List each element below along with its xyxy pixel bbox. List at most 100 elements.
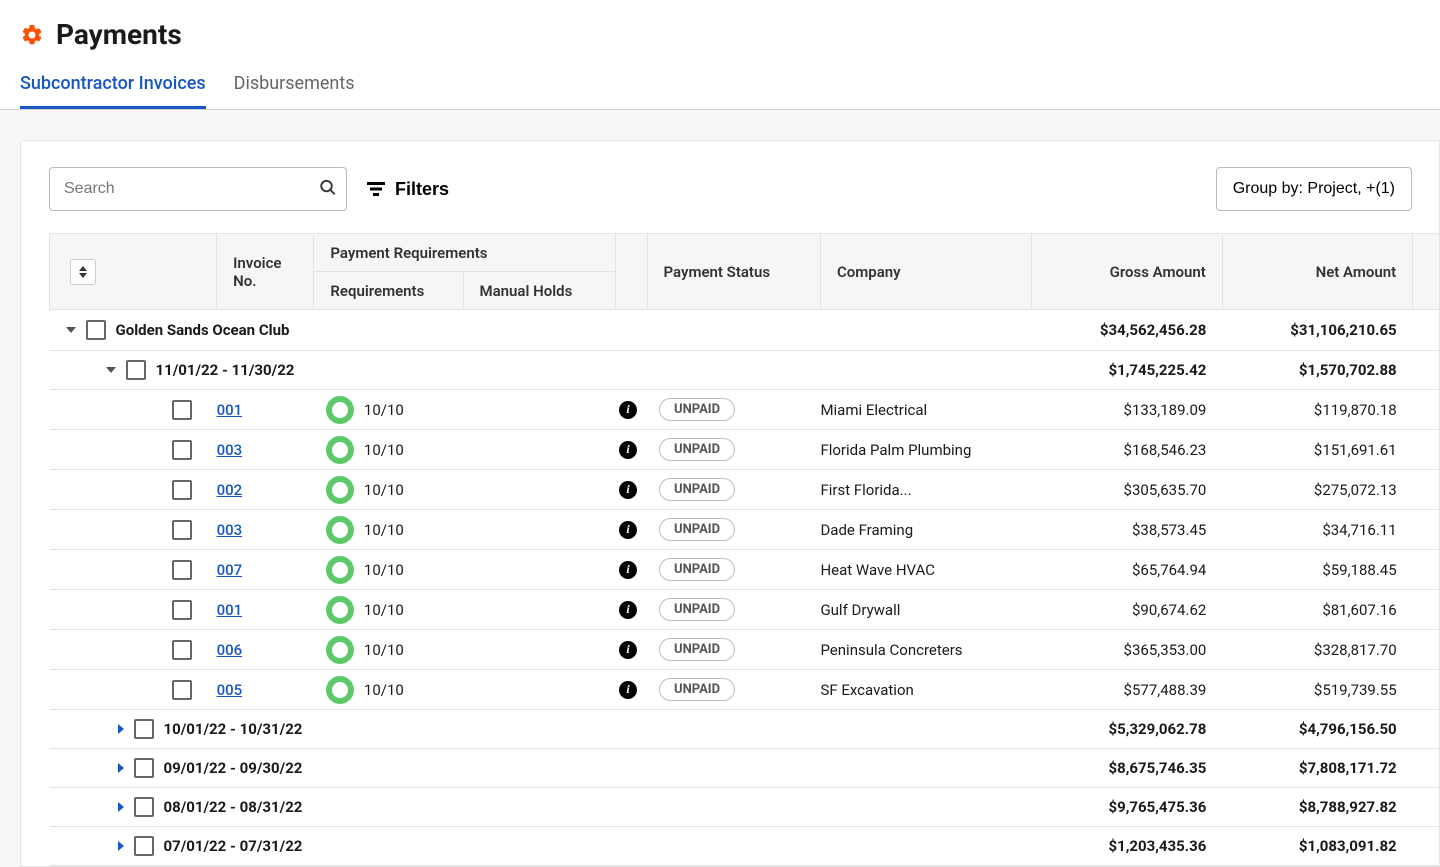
checkbox-row[interactable] — [172, 680, 192, 700]
gross-amount: $133,189.09 — [1032, 390, 1222, 430]
search-icon[interactable] — [319, 179, 337, 200]
info-icon[interactable]: i — [619, 681, 637, 699]
checkbox-period[interactable] — [126, 360, 146, 380]
invoice-link[interactable]: 003 — [217, 441, 243, 459]
invoice-link[interactable]: 001 — [217, 401, 243, 419]
chevron-down-icon[interactable] — [106, 367, 116, 373]
invoice-link[interactable]: 002 — [217, 481, 243, 499]
net-amount: $81,607.16 — [1222, 590, 1412, 630]
company-name: First Florida... — [820, 470, 1032, 510]
sort-button[interactable] — [70, 259, 96, 285]
checkbox-row[interactable] — [172, 480, 192, 500]
checkbox-row[interactable] — [172, 400, 192, 420]
period-paid — [1413, 710, 1439, 749]
invoice-link[interactable]: 001 — [217, 601, 243, 619]
chevron-right-icon[interactable] — [118, 724, 124, 734]
period-net: $1,083,091.82 — [1222, 827, 1412, 866]
checkbox-row[interactable] — [172, 640, 192, 660]
col-payment-status[interactable]: Payment Status — [647, 234, 820, 310]
invoice-link[interactable]: 007 — [217, 561, 243, 579]
period-label: 11/01/22 - 11/30/22 — [156, 361, 295, 379]
toolbar: Filters Group by: Project, +(1) — [21, 167, 1439, 233]
chevron-right-icon[interactable] — [118, 802, 124, 812]
period-gross: $1,745,225.42 — [1032, 351, 1222, 390]
paid-amount — [1413, 550, 1439, 590]
invoice-link[interactable]: 005 — [217, 681, 243, 699]
net-amount: $151,691.61 — [1222, 430, 1412, 470]
chevron-right-icon[interactable] — [118, 763, 124, 773]
paid-amount — [1413, 590, 1439, 630]
checkbox-period[interactable] — [134, 836, 154, 856]
info-icon[interactable]: i — [619, 601, 637, 619]
status-badge: UNPAID — [659, 598, 735, 621]
checkbox-period[interactable] — [134, 758, 154, 778]
status-badge: UNPAID — [659, 518, 735, 541]
info-icon[interactable]: i — [619, 441, 637, 459]
checkbox-row[interactable] — [172, 440, 192, 460]
period-net: $1,570,702.88 — [1222, 351, 1412, 390]
tab-disbursements[interactable]: Disbursements — [234, 73, 355, 109]
requirements-status-icon — [326, 516, 354, 544]
period-row-collapsed: 10/01/22 - 10/31/22 $5,329,062.78 $4,796… — [50, 710, 1440, 749]
gross-amount: $65,764.94 — [1032, 550, 1222, 590]
invoice-link[interactable]: 003 — [217, 521, 243, 539]
net-amount: $275,072.13 — [1222, 470, 1412, 510]
col-net-amount[interactable]: Net Amount — [1222, 234, 1412, 310]
gross-amount: $38,573.45 — [1032, 510, 1222, 550]
filters-button[interactable]: Filters — [367, 179, 449, 200]
search-input[interactable] — [49, 167, 347, 211]
info-icon[interactable]: i — [619, 481, 637, 499]
paid-amount — [1413, 390, 1439, 430]
tab-subcontractor-invoices[interactable]: Subcontractor Invoices — [20, 73, 206, 109]
period-label: 07/01/22 - 07/31/22 — [164, 837, 303, 855]
filter-icon — [367, 182, 385, 196]
gross-amount: $168,546.23 — [1032, 430, 1222, 470]
status-badge: UNPAID — [659, 558, 735, 581]
net-amount: $119,870.18 — [1222, 390, 1412, 430]
period-row-collapsed: 08/01/22 - 08/31/22 $9,765,475.36 $8,788… — [50, 788, 1440, 827]
requirements-status-icon — [326, 556, 354, 584]
col-gross-amount[interactable]: Gross Amount — [1032, 234, 1222, 310]
status-badge: UNPAID — [659, 398, 735, 421]
status-badge: UNPAID — [659, 438, 735, 461]
col-company[interactable]: Company — [820, 234, 1032, 310]
period-row-collapsed: 09/01/22 - 09/30/22 $8,675,746.35 $7,808… — [50, 749, 1440, 788]
table-row: 005 10/10 i UNPAID SF Excavation $577,48… — [50, 670, 1440, 710]
status-badge: UNPAID — [659, 678, 735, 701]
col-paid[interactable]: Paid — [1413, 234, 1439, 310]
paid-amount — [1413, 470, 1439, 510]
tab-bar: Subcontractor Invoices Disbursements — [0, 51, 1440, 110]
info-icon[interactable]: i — [619, 561, 637, 579]
col-manual-holds[interactable]: Manual Holds — [463, 272, 615, 310]
checkbox-row[interactable] — [172, 560, 192, 580]
col-invoice-no[interactable]: Invoice No. — [217, 234, 314, 310]
filters-label: Filters — [395, 179, 449, 200]
requirements-ratio: 10/10 — [364, 641, 404, 659]
requirements-status-icon — [326, 476, 354, 504]
checkbox-period[interactable] — [134, 719, 154, 739]
group-by-button[interactable]: Group by: Project, +(1) — [1216, 167, 1412, 211]
project-name: Golden Sands Ocean Club — [116, 321, 290, 339]
period-paid: $1,08 — [1413, 827, 1439, 866]
checkbox-project[interactable] — [86, 320, 106, 340]
invoices-panel: Filters Group by: Project, +(1) Invoice … — [20, 140, 1440, 867]
net-amount: $34,716.11 — [1222, 510, 1412, 550]
checkbox-period[interactable] — [134, 797, 154, 817]
net-amount: $328,817.70 — [1222, 630, 1412, 670]
period-gross: $5,329,062.78 — [1032, 710, 1222, 749]
period-label: 08/01/22 - 08/31/22 — [164, 798, 303, 816]
chevron-down-icon[interactable] — [66, 327, 76, 333]
col-requirements[interactable]: Requirements — [314, 272, 463, 310]
info-icon[interactable]: i — [619, 401, 637, 419]
info-icon[interactable]: i — [619, 521, 637, 539]
page-title: Payments — [56, 18, 182, 51]
net-amount: $519,739.55 — [1222, 670, 1412, 710]
page-header: Payments — [0, 0, 1440, 51]
invoice-link[interactable]: 006 — [217, 641, 243, 659]
checkbox-row[interactable] — [172, 600, 192, 620]
checkbox-row[interactable] — [172, 520, 192, 540]
requirements-status-icon — [326, 396, 354, 424]
info-icon[interactable]: i — [619, 641, 637, 659]
table-row: 002 10/10 i UNPAID First Florida... $305… — [50, 470, 1440, 510]
chevron-right-icon[interactable] — [118, 841, 124, 851]
